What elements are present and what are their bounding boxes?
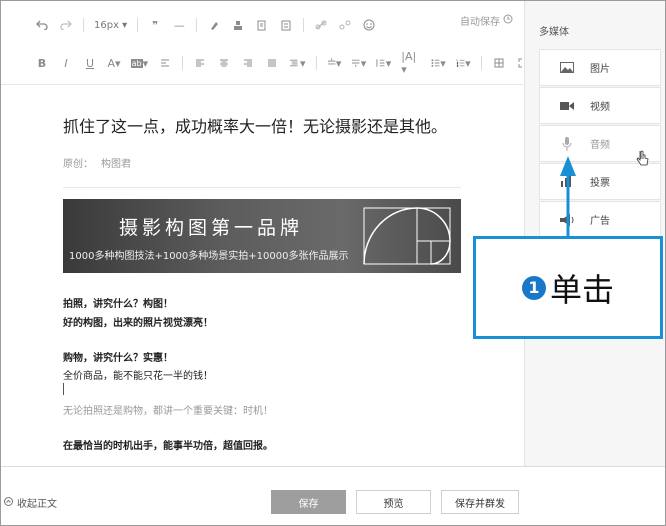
sidebar-item-label: 广告 bbox=[590, 216, 610, 227]
article-title[interactable]: 抓住了这一点，成功概率大一倍！无论摄影还是其他。 bbox=[63, 113, 447, 137]
mouse-pointer-icon bbox=[636, 150, 649, 166]
editor-toolbar: 16px ▾ ❞ — 自动保存 B I U A▾ ab ▾ ▾ ▾ ▾ ▾ |A… bbox=[1, 1, 528, 85]
insert-document-icon[interactable] bbox=[255, 16, 269, 34]
sidebar-item-label: 视频 bbox=[590, 102, 610, 113]
bar-chart-icon bbox=[552, 176, 582, 187]
toolbar-divider bbox=[83, 18, 84, 32]
line-height-icon[interactable]: ▾ bbox=[376, 54, 391, 72]
autosave-label: 自动保存 bbox=[460, 17, 500, 28]
toolbar-divider bbox=[480, 56, 482, 70]
toolbar-divider bbox=[181, 56, 183, 70]
bold-icon[interactable]: B bbox=[35, 54, 49, 72]
toolbar-divider bbox=[303, 18, 305, 32]
toolbar-row-1: 16px ▾ ❞ — bbox=[35, 15, 386, 35]
paragraph-5[interactable]: 无论拍照还是购物，都讲一个重要关键：时机！ bbox=[63, 402, 273, 417]
paragraph-6[interactable]: 在最恰当的时机出手，能事半功倍，超值回报。 bbox=[63, 437, 273, 452]
step-callout: 1 单击 bbox=[473, 236, 663, 339]
undo-icon[interactable] bbox=[35, 16, 49, 34]
horizontal-rule-icon[interactable]: — bbox=[172, 16, 186, 34]
save-and-publish-button[interactable]: 保存并群发 bbox=[441, 490, 519, 514]
redo-icon[interactable] bbox=[59, 16, 73, 34]
background-color-icon[interactable]: ab ▾ bbox=[130, 54, 148, 72]
footer-divider bbox=[1, 466, 665, 467]
table-icon[interactable] bbox=[492, 54, 506, 72]
author-label: 原创： bbox=[63, 159, 93, 170]
link-icon[interactable] bbox=[314, 16, 328, 34]
autosave-toggle[interactable]: 自动保存 bbox=[460, 13, 513, 28]
callout-content: 1 单击 bbox=[521, 265, 614, 311]
callout-text: 单击 bbox=[549, 270, 614, 309]
text-cursor bbox=[63, 383, 64, 395]
collapse-icon bbox=[4, 496, 13, 509]
sidebar-item-image[interactable]: 图片 bbox=[539, 49, 661, 86]
align-left-icon[interactable] bbox=[193, 54, 207, 72]
save-button[interactable]: 保存 bbox=[271, 490, 346, 514]
align-center-icon[interactable] bbox=[217, 54, 231, 72]
step-number-badge: 1 bbox=[521, 275, 546, 300]
template-icon[interactable] bbox=[279, 16, 293, 34]
banner-title: 摄影构图第一品牌 bbox=[119, 217, 304, 239]
font-size-select[interactable]: 16px ▾ bbox=[94, 20, 127, 31]
megaphone-icon bbox=[552, 213, 582, 226]
collapse-label: 收起正文 bbox=[17, 499, 57, 510]
collapse-body-button[interactable]: 收起正文 bbox=[4, 495, 57, 510]
article-banner-image[interactable]: 摄影构图第一品牌 1000多种构图技法+1000多种场景实拍+10000多张作品… bbox=[63, 199, 461, 273]
clock-icon bbox=[503, 14, 513, 27]
format-painter-icon[interactable] bbox=[231, 16, 245, 34]
toolbar-divider bbox=[196, 18, 198, 32]
media-sidebar: 多媒体 图片 视频 音频 投票 广告 bbox=[524, 1, 665, 466]
sidebar-title: 多媒体 bbox=[539, 27, 569, 38]
spacing-after-icon[interactable]: ▾ bbox=[351, 54, 366, 72]
paragraph-1[interactable]: 拍照，讲究什么？构图！ bbox=[63, 295, 173, 310]
bullet-list-icon[interactable]: ▾ bbox=[431, 54, 446, 72]
title-divider bbox=[63, 187, 461, 188]
banner-subtitle: 1000多种构图技法+1000多种场景实拍+10000多张作品展示 bbox=[69, 251, 349, 262]
toolbar-divider bbox=[137, 18, 139, 32]
letter-spacing-icon[interactable]: |A|▾ bbox=[401, 50, 421, 76]
sidebar-item-label: 音频 bbox=[590, 140, 610, 151]
sidebar-item-video[interactable]: 视频 bbox=[539, 87, 661, 124]
sidebar-item-vote[interactable]: 投票 bbox=[539, 163, 661, 200]
article-author[interactable]: 原创： 构图君 bbox=[63, 155, 139, 170]
align-right-icon[interactable] bbox=[241, 54, 255, 72]
media-list: 图片 视频 音频 投票 广告 bbox=[539, 49, 661, 239]
microphone-icon bbox=[552, 136, 582, 151]
clear-format-icon[interactable] bbox=[158, 54, 172, 72]
image-icon bbox=[552, 62, 582, 73]
quote-icon[interactable]: ❞ bbox=[148, 16, 162, 34]
spacing-before-icon[interactable]: ▾ bbox=[327, 54, 341, 72]
sidebar-item-ad[interactable]: 广告 bbox=[539, 201, 661, 238]
sidebar-item-label: 投票 bbox=[590, 178, 610, 189]
editor-area: 16px ▾ ❞ — 自动保存 B I U A▾ ab ▾ ▾ ▾ ▾ ▾ |A… bbox=[1, 1, 528, 466]
toolbar-divider bbox=[315, 56, 317, 70]
preview-button[interactable]: 预览 bbox=[356, 490, 431, 514]
paragraph-2[interactable]: 好的构图，出来的照片视觉漂亮！ bbox=[63, 314, 213, 329]
toolbar-row-2: B I U A▾ ab ▾ ▾ ▾ ▾ ▾ |A|▾ ▾ ▾ bbox=[35, 50, 540, 76]
unlink-icon[interactable] bbox=[338, 16, 352, 34]
video-icon bbox=[552, 101, 582, 111]
align-justify-icon[interactable] bbox=[265, 54, 279, 72]
indent-icon[interactable]: ▾ bbox=[289, 54, 306, 72]
author-name: 构图君 bbox=[101, 159, 131, 170]
numbered-list-icon[interactable]: ▾ bbox=[456, 54, 471, 72]
brush-icon[interactable] bbox=[207, 16, 221, 34]
font-size-value: 16px bbox=[94, 19, 119, 31]
italic-icon[interactable]: I bbox=[59, 54, 73, 72]
paragraph-3[interactable]: 购物，讲究什么？实惠！ bbox=[63, 349, 173, 364]
golden-spiral-icon bbox=[363, 207, 451, 265]
sidebar-item-label: 图片 bbox=[590, 64, 610, 75]
font-color-icon[interactable]: A▾ bbox=[107, 54, 121, 72]
emoji-icon[interactable] bbox=[362, 16, 376, 34]
paragraph-4[interactable]: 全价商品，能不能只花一半的钱！ bbox=[63, 367, 213, 382]
underline-icon[interactable]: U bbox=[83, 54, 97, 72]
